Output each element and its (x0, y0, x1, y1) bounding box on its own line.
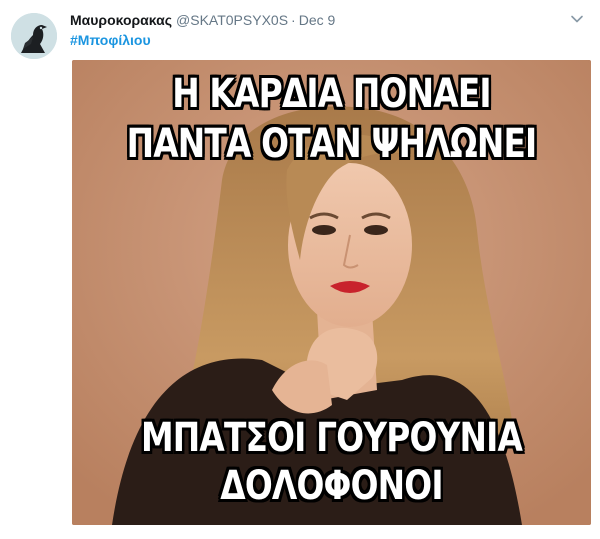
separator-dot: · (291, 12, 296, 28)
hashtag-link[interactable]: #Μποφίλιου (70, 31, 151, 49)
meme-bottom-line-2: ΔΟΛΟΦΟΝΟΙ (220, 463, 443, 509)
meme-bottom-line-1: ΜΠΑΤΣΟΙ ΓΟΥΡΟΥΝΙΑ (140, 415, 523, 461)
tweet-header: Μαυροκορακας @SKAT0PSYX0S · Dec 9 (70, 11, 335, 29)
meme-top-line-1: Η ΚΑΡΔΙΑ ΠΟΝΑΕΙ (172, 71, 491, 117)
tweet-date[interactable]: Dec 9 (299, 12, 336, 28)
chevron-down-icon[interactable] (570, 12, 584, 26)
user-handle[interactable]: @SKAT0PSYX0S (176, 12, 288, 28)
tweet: Μαυροκορακας @SKAT0PSYX0S · Dec 9 #Μποφίλιο… (0, 0, 600, 539)
tweet-media-image[interactable]: Η ΚΑΡΔΙΑ ΠΟΝΑΕΙ ΠΑΝΤΑ ΟΤΑΝ ΨΗΛΩΝΕΙ ΜΠΑΤΣ… (72, 60, 591, 525)
crow-avatar-icon (11, 13, 57, 59)
avatar[interactable] (11, 13, 57, 59)
display-name[interactable]: Μαυροκορακας (70, 12, 172, 28)
meme-top-line-2: ΠΑΝΤΑ ΟΤΑΝ ΨΗΛΩΝΕΙ (126, 121, 538, 167)
